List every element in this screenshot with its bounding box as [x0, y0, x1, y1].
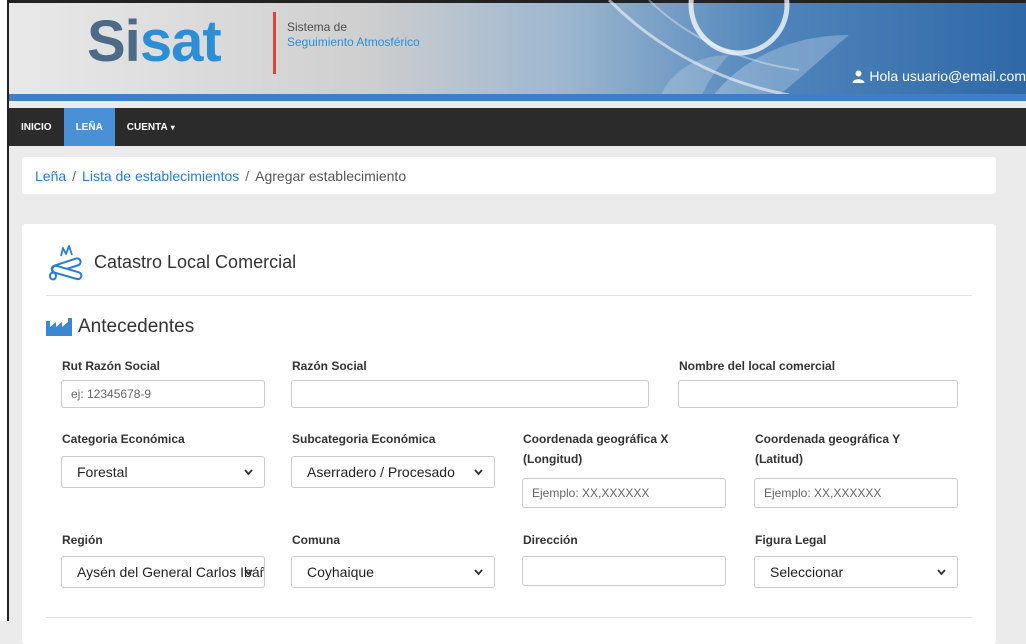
comuna-label: Comuna [292, 533, 340, 547]
logo-part-2: sat [139, 9, 222, 74]
region-selected: Aysén del General Carlos Ibáñez del Camp… [77, 564, 264, 580]
comuna-selected: Coyhaique [307, 564, 374, 580]
header-bottom-strip [9, 94, 1026, 101]
header-decoration [607, 0, 849, 101]
frame-edge [0, 0, 9, 621]
coord-y-label: Coordenada geográfica Y (Latitud) [755, 432, 900, 466]
nav-item-inicio[interactable]: INICIO [9, 108, 64, 146]
user-greeting-text: Hola usuario@email.com [869, 68, 1026, 84]
figura-legal-selected: Seleccionar [770, 564, 844, 580]
main-navbar: INICIO LEÑA CUENTA ▾ [9, 108, 1026, 146]
breadcrumb-current: Agregar establecimiento [255, 167, 407, 184]
nav-item-cuenta[interactable]: CUENTA ▾ [115, 108, 187, 146]
comuna-select[interactable]: Coyhaique [291, 556, 495, 588]
coord-x-label: Coordenada geográfica X (Longitud) [523, 432, 669, 466]
nombre-local-label: Nombre del local comercial [679, 359, 836, 373]
figura-legal-label: Figura Legal [755, 533, 827, 547]
sisat-logo[interactable]: Sisat [87, 8, 222, 75]
categoria-label: Categoria Económica [62, 432, 185, 446]
user-icon [852, 70, 865, 83]
caret-down-icon: ▾ [170, 122, 175, 132]
categoria-selected: Forestal [77, 464, 128, 480]
subcategoria-label: Subcategoria Económica [292, 432, 436, 446]
rut-label: Rut Razón Social [62, 359, 161, 373]
figura-legal-select[interactable]: Seleccionar [754, 556, 958, 588]
subcategoria-select[interactable]: Aserradero / Procesado [291, 456, 495, 488]
breadcrumb-link-lista[interactable]: Lista de establecimientos [82, 168, 239, 184]
nav-item-label: CUENTA [126, 121, 168, 133]
logo-tagline: Sistema de Seguimiento Atmosférico [287, 20, 420, 50]
firewood-icon [49, 245, 83, 281]
chevron-down-icon [244, 469, 253, 476]
chevron-down-icon [474, 569, 483, 576]
region-label: Región [62, 533, 103, 547]
coord-x-input[interactable] [522, 478, 726, 508]
logo-separator [273, 12, 276, 74]
nav-item-label: INICIO [21, 121, 52, 133]
factory-icon [46, 318, 72, 336]
region-select[interactable]: Aysén del General Carlos Ibáñez del Camp… [61, 556, 265, 588]
card-divider [46, 295, 972, 296]
chevron-down-icon [474, 469, 483, 476]
rut-input[interactable] [61, 380, 265, 408]
section-header: Antecedentes [46, 316, 194, 338]
card-divider [46, 617, 972, 618]
razon-social-input[interactable] [291, 380, 649, 408]
breadcrumb: Leña / Lista de establecimientos / Agreg… [22, 157, 996, 194]
razon-social-label: Razón Social [292, 359, 367, 373]
breadcrumb-link-lena[interactable]: Leña [35, 168, 66, 184]
categoria-select[interactable]: Forestal [61, 456, 265, 488]
nav-item-lena[interactable]: LEÑA [63, 108, 115, 146]
nav-item-label: LEÑA [75, 121, 103, 133]
chevron-down-icon [937, 569, 946, 576]
site-header: Sisat Sistema de Seguimiento Atmosférico… [9, 0, 1026, 101]
card-header: Catastro Local Comercial [48, 242, 296, 282]
logo-part-1: Si [87, 9, 141, 74]
tagline-line-1: Sistema de [287, 20, 348, 34]
coord-y-input[interactable] [754, 478, 958, 508]
user-greeting[interactable]: Hola usuario@email.com [852, 68, 1026, 84]
nombre-local-input[interactable] [678, 380, 958, 408]
direccion-label: Dirección [523, 533, 578, 547]
section-title: Antecedentes [78, 316, 195, 337]
card-title: Catastro Local Comercial [94, 251, 297, 272]
breadcrumb-separator: / [245, 167, 250, 184]
chevron-down-icon [244, 569, 253, 576]
subcategoria-selected: Aserradero / Procesado [307, 464, 455, 480]
breadcrumb-separator: / [72, 167, 77, 184]
direccion-input[interactable] [522, 556, 726, 586]
tagline-line-2: Seguimiento Atmosférico [287, 35, 420, 49]
form-card: Catastro Local Comercial Antecedentes Ru… [22, 224, 996, 644]
